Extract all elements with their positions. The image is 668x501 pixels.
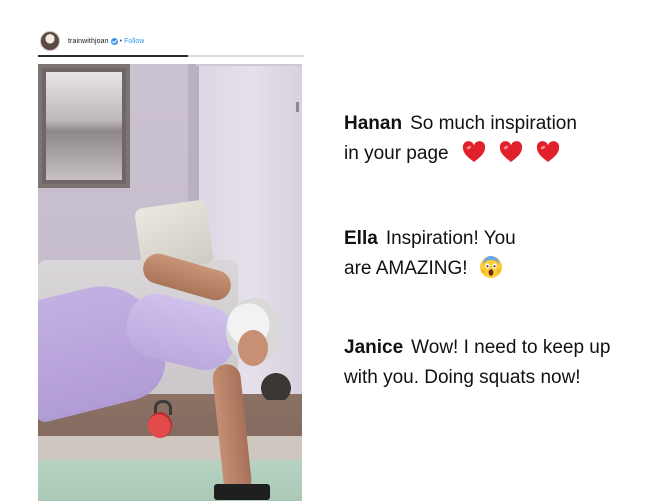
username-link[interactable]: trainwithjoan	[68, 38, 109, 45]
video-progress-bar	[38, 55, 304, 57]
comment-text: So much inspiration	[410, 113, 577, 134]
door-knob	[296, 102, 299, 112]
comment-text: with you. Doing squats now!	[344, 367, 581, 388]
comment-author: Ella	[344, 228, 378, 249]
separator-dot: •	[119, 37, 123, 45]
comment-text: Inspiration! You	[385, 228, 516, 249]
plant-pot	[256, 370, 296, 400]
wall-mirror	[38, 64, 130, 188]
video-progress-fill	[38, 55, 188, 57]
red-heart-icon	[500, 141, 523, 162]
post-video[interactable]	[38, 64, 302, 501]
follow-button[interactable]: Follow	[124, 38, 144, 45]
verified-badge-icon	[110, 37, 118, 45]
comment-item: Janice Wow! I need to keep up with you. D…	[344, 333, 644, 393]
comment-text: Wow! I need to keep up	[411, 337, 611, 358]
red-heart-icon	[462, 141, 485, 162]
dumbbell	[214, 484, 270, 500]
red-heart-icon	[537, 141, 560, 162]
comment-text: in your page	[344, 143, 449, 164]
face-screaming-in-fear-icon	[479, 256, 502, 278]
post-header: trainwithjoan • Follow	[38, 28, 304, 54]
comment-item: Ella Inspiration! You are AMAZING!	[344, 224, 644, 284]
comment-item: Hanan So much inspiration in your page	[344, 109, 644, 169]
kettlebell	[148, 412, 172, 438]
comment-text: are AMAZING!	[344, 258, 468, 279]
profile-avatar[interactable]	[40, 31, 60, 51]
comment-author: Janice	[344, 337, 404, 358]
person-face	[238, 330, 268, 366]
comment-author: Hanan	[344, 113, 403, 134]
